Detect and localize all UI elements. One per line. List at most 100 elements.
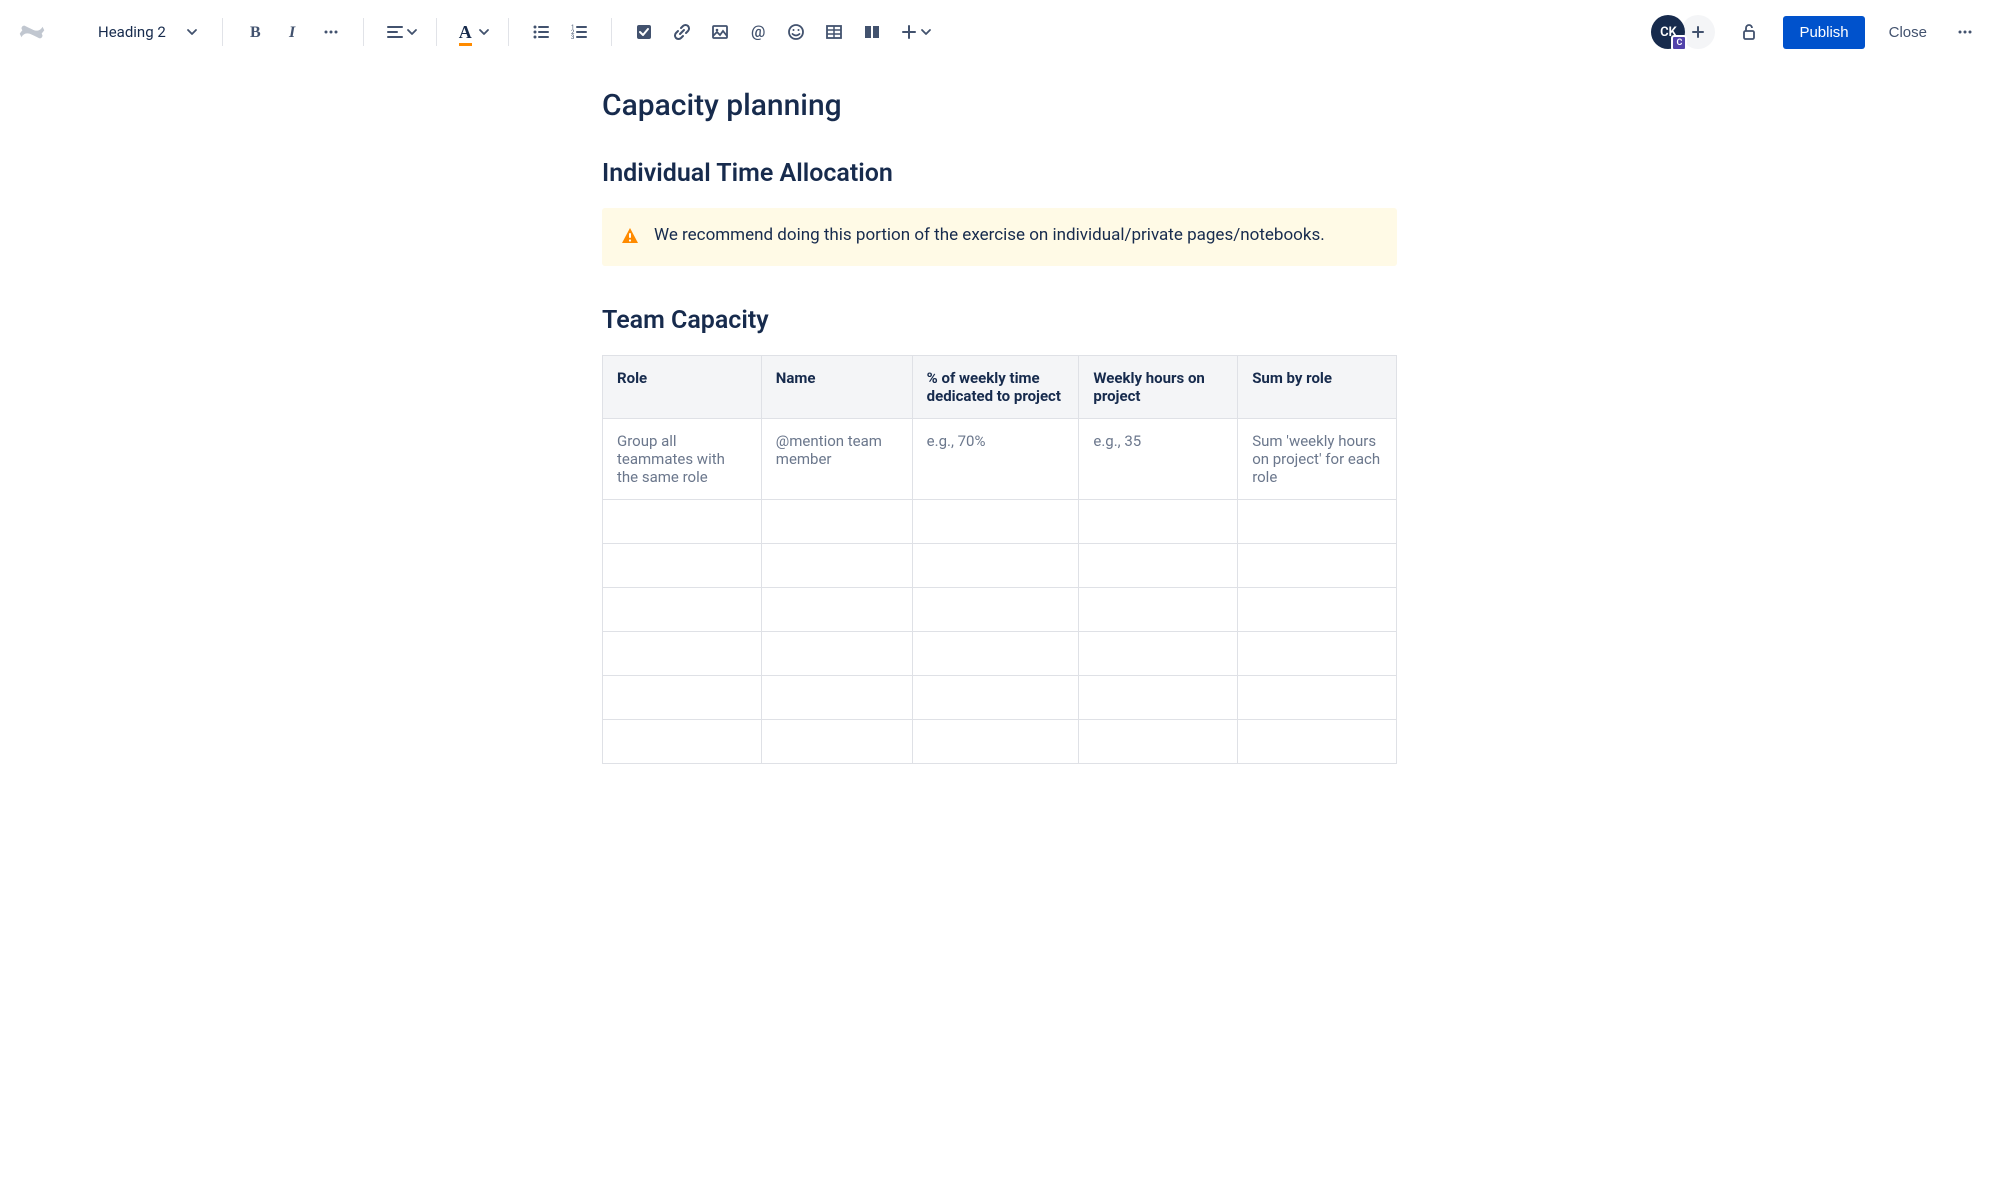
table-row	[603, 544, 1397, 588]
link-button[interactable]	[664, 14, 700, 50]
table-header-cell[interactable]: % of weekly time dedicated to project	[912, 356, 1079, 419]
link-icon	[673, 23, 691, 41]
table-cell[interactable]	[1079, 500, 1238, 544]
table-cell[interactable]	[761, 588, 912, 632]
table-cell[interactable]	[912, 720, 1079, 764]
table-cell[interactable]	[912, 500, 1079, 544]
svg-text:B: B	[250, 24, 261, 41]
table-cell[interactable]	[761, 720, 912, 764]
editor-content[interactable]: Capacity planning Individual Time Alloca…	[582, 88, 1417, 764]
table-cell[interactable]	[1238, 632, 1397, 676]
table-cell[interactable]	[1238, 676, 1397, 720]
table-cell[interactable]	[603, 676, 762, 720]
table-cell[interactable]: @mention team member	[761, 419, 912, 500]
more-actions-button[interactable]	[1947, 14, 1983, 50]
emoji-button[interactable]	[778, 14, 814, 50]
table-cell[interactable]: e.g., 35	[1079, 419, 1238, 500]
table-cell[interactable]	[761, 632, 912, 676]
section-heading[interactable]: Team Capacity	[602, 306, 1397, 335]
table-cell[interactable]	[761, 676, 912, 720]
numbered-list-button[interactable]: 1 2 3	[561, 14, 597, 50]
table-cell[interactable]	[603, 588, 762, 632]
table-row	[603, 588, 1397, 632]
warning-panel-text[interactable]: We recommend doing this portion of the e…	[654, 224, 1325, 248]
italic-button[interactable]: I	[275, 14, 311, 50]
table-cell[interactable]	[912, 676, 1079, 720]
toolbar-divider	[222, 18, 223, 46]
bold-button[interactable]: B	[237, 14, 273, 50]
collaborator-avatars: CK C	[1651, 15, 1715, 49]
table-header-cell[interactable]: Sum by role	[1238, 356, 1397, 419]
table-cell[interactable]	[603, 632, 762, 676]
toolbar-divider	[611, 18, 612, 46]
publish-button[interactable]: Publish	[1783, 16, 1864, 49]
table-cell[interactable]	[1079, 632, 1238, 676]
table-header-cell[interactable]: Role	[603, 356, 762, 419]
team-capacity-table[interactable]: Role Name % of weekly time dedicated to …	[602, 355, 1397, 764]
table-cell[interactable]	[912, 632, 1079, 676]
plus-icon	[900, 23, 918, 41]
bullet-list-button[interactable]	[523, 14, 559, 50]
close-button[interactable]: Close	[1877, 16, 1939, 49]
insert-dropdown[interactable]	[892, 14, 936, 50]
restrictions-button[interactable]	[1731, 14, 1767, 50]
confluence-logo[interactable]	[16, 16, 48, 48]
table-cell[interactable]	[1079, 588, 1238, 632]
table-cell[interactable]	[1079, 544, 1238, 588]
text-color-dropdown[interactable]: A	[451, 14, 494, 50]
section-heading[interactable]: Individual Time Allocation	[602, 159, 1397, 188]
table-cell[interactable]	[1238, 720, 1397, 764]
heading-dropdown-label: Heading 2	[98, 23, 166, 41]
table-cell[interactable]	[912, 544, 1079, 588]
table-cell[interactable]	[603, 544, 762, 588]
svg-text:@: @	[751, 23, 765, 41]
table-cell[interactable]	[1238, 500, 1397, 544]
heading-dropdown[interactable]: Heading 2	[88, 17, 208, 47]
chevron-down-icon	[920, 26, 932, 38]
toolbar-divider	[436, 18, 437, 46]
page-title[interactable]: Capacity planning	[602, 88, 1397, 123]
table-icon	[825, 23, 843, 41]
text-color-icon: A	[459, 22, 472, 43]
table-cell[interactable]	[761, 544, 912, 588]
more-formatting-button[interactable]	[313, 14, 349, 50]
alignment-dropdown[interactable]	[378, 14, 422, 50]
mention-icon: @	[749, 23, 767, 41]
align-left-icon	[386, 23, 404, 41]
table-row	[603, 720, 1397, 764]
table-header-cell[interactable]: Weekly hours on project	[1079, 356, 1238, 419]
more-icon	[1956, 23, 1974, 41]
image-button[interactable]	[702, 14, 738, 50]
avatar[interactable]: CK C	[1651, 15, 1685, 49]
table-cell[interactable]	[1238, 544, 1397, 588]
table-cell[interactable]	[1079, 676, 1238, 720]
table-cell[interactable]: Group all teammates with the same role	[603, 419, 762, 500]
table-cell[interactable]	[1079, 720, 1238, 764]
unlock-icon	[1739, 22, 1759, 42]
toolbar-divider	[508, 18, 509, 46]
action-item-button[interactable]	[626, 14, 662, 50]
table-row: Group all teammates with the same role @…	[603, 419, 1397, 500]
table-cell[interactable]	[912, 588, 1079, 632]
avatar-badge: C	[1671, 35, 1687, 51]
table-cell[interactable]: e.g., 70%	[912, 419, 1079, 500]
warning-panel[interactable]: We recommend doing this portion of the e…	[602, 208, 1397, 266]
layouts-button[interactable]	[854, 14, 890, 50]
editor-toolbar: Heading 2 B I A	[0, 0, 1999, 64]
table-row	[603, 676, 1397, 720]
table-cell[interactable]	[761, 500, 912, 544]
warning-icon	[620, 226, 640, 250]
table-cell[interactable]	[603, 720, 762, 764]
numbered-list-icon: 1 2 3	[570, 23, 588, 41]
table-header-row: Role Name % of weekly time dedicated to …	[603, 356, 1397, 419]
chevron-down-icon	[478, 26, 490, 38]
layouts-icon	[863, 23, 881, 41]
table-cell[interactable]	[1238, 588, 1397, 632]
toolbar-divider	[363, 18, 364, 46]
mention-button[interactable]: @	[740, 14, 776, 50]
plus-icon	[1690, 24, 1706, 40]
table-header-cell[interactable]: Name	[761, 356, 912, 419]
table-cell[interactable]: Sum 'weekly hours on project' for each r…	[1238, 419, 1397, 500]
table-cell[interactable]	[603, 500, 762, 544]
table-button[interactable]	[816, 14, 852, 50]
